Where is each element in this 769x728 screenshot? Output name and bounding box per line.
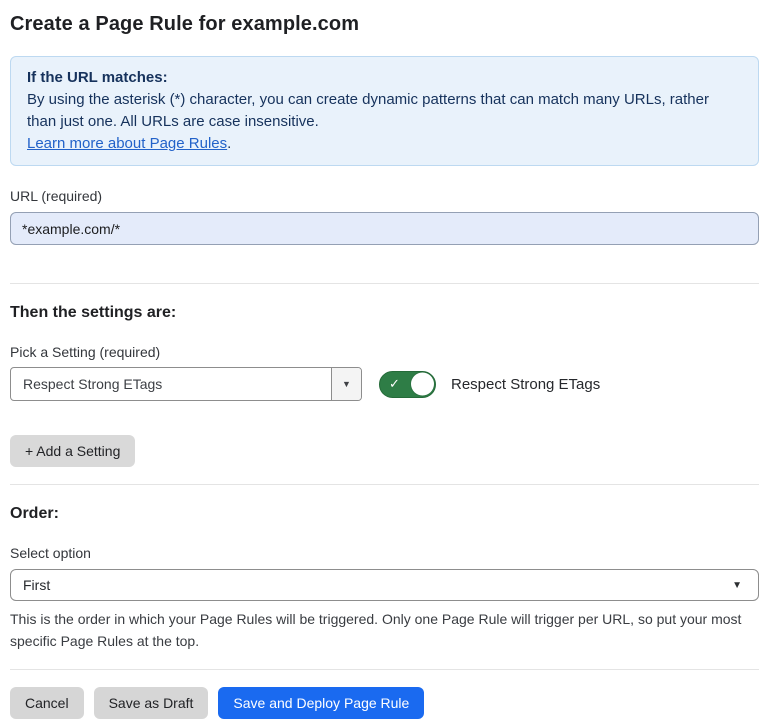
page-title: Create a Page Rule for example.com [10,10,759,38]
order-help-text: This is the order in which your Page Rul… [10,608,755,652]
setting-row: Respect Strong ETags ▼ ✓ Respect Strong … [10,367,759,401]
check-icon: ✓ [389,377,400,390]
section-divider [10,484,759,485]
section-divider [10,283,759,284]
url-input[interactable] [10,212,759,245]
pick-setting-label: Pick a Setting (required) [10,344,759,360]
link-suffix: . [227,135,231,152]
save-draft-button[interactable]: Save as Draft [94,687,209,719]
setting-select-arrow-segment[interactable]: ▼ [331,368,361,400]
setting-toggle-label: Respect Strong ETags [451,376,600,393]
order-section-heading: Order: [10,505,759,523]
chevron-down-icon: ▼ [732,580,742,591]
info-box-link-line: Learn more about Page Rules. [27,133,742,155]
info-box-body: By using the asterisk (*) character, you… [27,89,742,133]
order-select-label: Select option [10,545,759,561]
chevron-down-icon: ▼ [342,379,351,389]
save-deploy-button[interactable]: Save and Deploy Page Rule [218,687,424,719]
order-select[interactable]: First ▼ [10,569,759,601]
setting-select-value: Respect Strong ETags [11,368,331,400]
setting-toggle-on[interactable]: ✓ [379,371,436,398]
url-field-label: URL (required) [10,188,759,204]
url-match-info-box: If the URL matches: By using the asteris… [10,56,759,166]
settings-section-heading: Then the settings are: [10,304,759,322]
setting-select[interactable]: Respect Strong ETags ▼ [10,367,362,401]
footer-actions: Cancel Save as Draft Save and Deploy Pag… [10,687,759,719]
add-setting-button[interactable]: + Add a Setting [10,435,135,467]
learn-more-link[interactable]: Learn more about Page Rules [27,135,227,152]
toggle-knob [411,373,434,396]
cancel-button[interactable]: Cancel [10,687,84,719]
footer-divider [10,669,759,670]
info-box-heading: If the URL matches: [27,67,742,89]
order-select-value: First [23,577,732,593]
